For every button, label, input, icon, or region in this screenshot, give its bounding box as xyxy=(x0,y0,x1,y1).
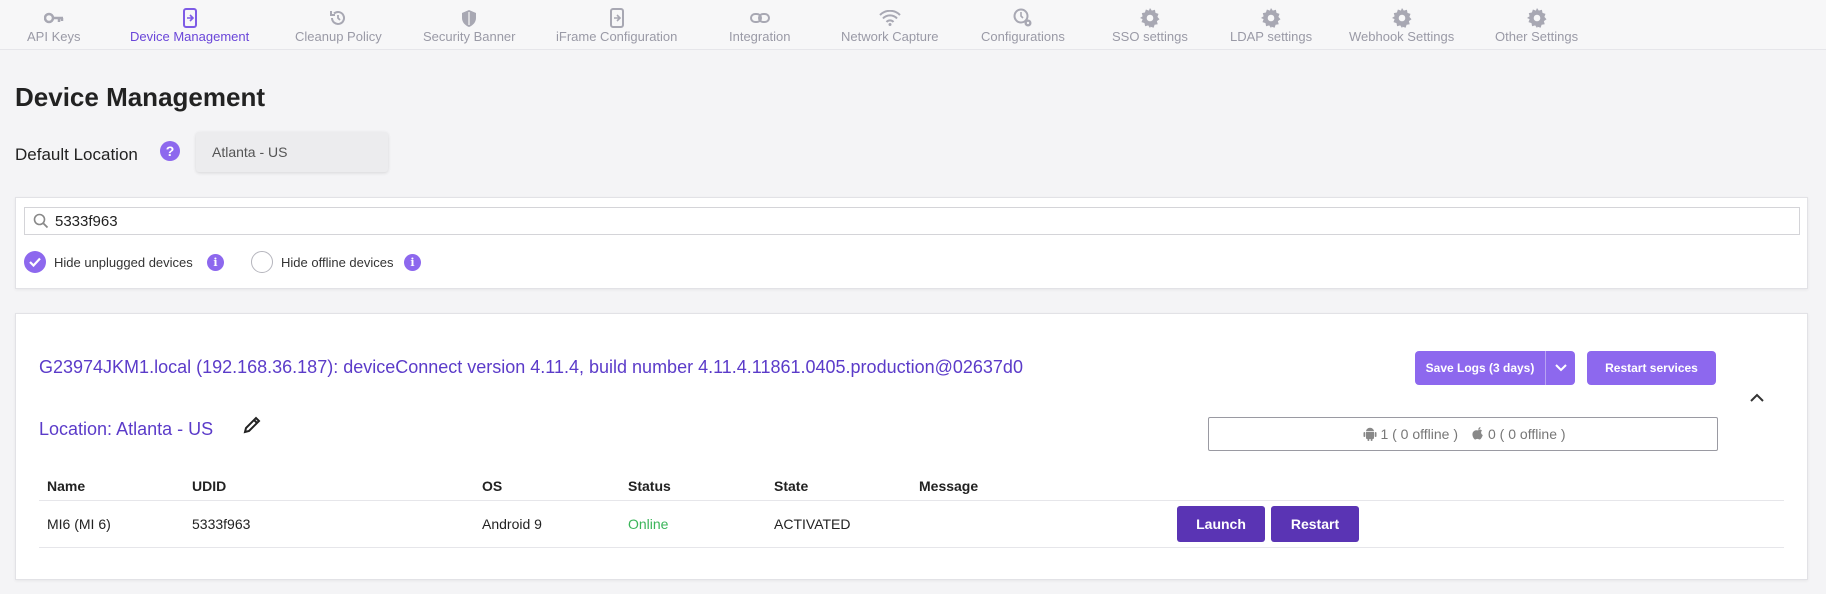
checkbox-empty-icon xyxy=(251,251,273,273)
nav-item-label: Device Management xyxy=(130,29,250,44)
nav-item-label: Configurations xyxy=(981,29,1065,44)
gear-icon xyxy=(1526,8,1548,28)
host-title: G23974JKM1.local (192.168.36.187): devic… xyxy=(39,357,1023,377)
pencil-icon[interactable] xyxy=(242,415,262,435)
default-location-label: Default Location xyxy=(15,145,138,164)
info-icon[interactable]: i xyxy=(404,254,421,271)
search-icon xyxy=(33,213,49,229)
column-header[interactable]: Message xyxy=(919,478,978,494)
device-icon xyxy=(606,8,628,28)
device-icon xyxy=(179,8,201,28)
nav-item-webhook-settings[interactable]: Webhook Settings xyxy=(1349,8,1454,44)
column-header[interactable]: OS xyxy=(482,478,502,494)
launch-button[interactable]: Launch xyxy=(1177,506,1265,542)
device-counts-box: 1 ( 0 offline ) 0 ( 0 offline ) xyxy=(1208,417,1718,451)
gear-icon xyxy=(1260,8,1282,28)
hide-offline-checkbox[interactable]: Hide offline devices xyxy=(251,251,394,273)
gear-icon xyxy=(1391,8,1413,28)
device-os: Android 9 xyxy=(482,516,542,532)
table-row: MI6 (MI 6) 5333f963 Android 9 Online ACT… xyxy=(39,501,1784,548)
nav-item-label: Webhook Settings xyxy=(1349,29,1455,44)
nav-item-label: LDAP settings xyxy=(1230,29,1313,44)
nav-item-label: Other Settings xyxy=(1495,29,1579,44)
nav-item-label: Network Capture xyxy=(841,29,939,44)
column-header[interactable]: State xyxy=(774,478,808,494)
filter-card: Hide unplugged devices i Hide offline de… xyxy=(15,197,1808,289)
nav-item-security-banner[interactable]: Security Banner xyxy=(423,8,516,44)
chevron-up-icon[interactable] xyxy=(1750,389,1768,403)
page-title: Device Management xyxy=(15,82,265,112)
column-header[interactable]: UDID xyxy=(192,478,226,494)
shield-icon xyxy=(458,8,480,28)
nav-item-label: SSO settings xyxy=(1112,29,1188,44)
column-header[interactable]: Status xyxy=(628,478,671,494)
top-nav: API Keys Device Management Cleanup Polic… xyxy=(0,0,1826,50)
nav-item-ldap-settings[interactable]: LDAP settings xyxy=(1230,8,1312,44)
history-icon xyxy=(327,8,349,28)
info-icon[interactable]: i xyxy=(207,254,224,271)
android-icon xyxy=(1362,426,1378,442)
nav-item-label: iFrame Configuration xyxy=(556,29,678,44)
restart-services-button[interactable]: Restart services xyxy=(1587,351,1716,385)
device-state: ACTIVATED xyxy=(774,516,851,532)
android-count: 1 ( 0 offline ) xyxy=(1380,426,1458,442)
nav-item-label: Security Banner xyxy=(423,29,516,44)
nav-item-label: Cleanup Policy xyxy=(295,29,382,44)
search-box xyxy=(24,207,1800,235)
device-name: MI6 (MI 6) xyxy=(47,516,111,532)
hide-offline-label: Hide offline devices xyxy=(281,254,394,270)
nav-item-device-management[interactable]: Device Management xyxy=(130,8,249,44)
host-card: G23974JKM1.local (192.168.36.187): devic… xyxy=(15,313,1808,580)
link-icon xyxy=(749,8,771,28)
default-location-select[interactable]: Atlanta - US xyxy=(196,132,388,172)
restart-button[interactable]: Restart xyxy=(1271,506,1359,542)
device-status: Online xyxy=(628,516,669,532)
checkmark-icon xyxy=(24,251,46,273)
save-logs-button[interactable]: Save Logs (3 days) xyxy=(1415,351,1545,385)
nav-item-configurations[interactable]: Configurations xyxy=(981,8,1065,44)
nav-item-label: API Keys xyxy=(27,29,81,44)
nav-item-integration[interactable]: Integration xyxy=(729,8,790,44)
chevron-down-icon xyxy=(1554,359,1567,377)
host-location: Location: Atlanta - US xyxy=(39,419,214,439)
nav-item-cleanup-policy[interactable]: Cleanup Policy xyxy=(295,8,382,44)
help-icon[interactable]: ? xyxy=(160,141,180,161)
wifi-icon xyxy=(879,8,901,28)
column-header[interactable]: Name xyxy=(47,478,85,494)
nav-item-other-settings[interactable]: Other Settings xyxy=(1495,8,1578,44)
save-logs-button-group: Save Logs (3 days) xyxy=(1415,351,1575,385)
clock-gear-icon xyxy=(1012,8,1034,28)
gear-icon xyxy=(1139,8,1161,28)
nav-item-label: Integration xyxy=(729,29,791,44)
hide-unplugged-label: Hide unplugged devices xyxy=(54,254,193,270)
nav-item-api-keys[interactable]: API Keys xyxy=(27,8,80,44)
ios-count: 0 ( 0 offline ) xyxy=(1488,426,1566,442)
apple-icon xyxy=(1470,426,1486,442)
nav-item-sso-settings[interactable]: SSO settings xyxy=(1112,8,1188,44)
device-table-header: Name UDID OS Status State Message xyxy=(39,469,1784,501)
nav-item-network-capture[interactable]: Network Capture xyxy=(841,8,939,44)
save-logs-dropdown-button[interactable] xyxy=(1545,351,1575,385)
key-icon xyxy=(43,8,65,28)
search-input[interactable] xyxy=(55,212,1755,230)
nav-item-iframe-configuration[interactable]: iFrame Configuration xyxy=(556,8,677,44)
hide-unplugged-checkbox[interactable]: Hide unplugged devices xyxy=(24,251,193,273)
device-udid: 5333f963 xyxy=(192,516,251,532)
